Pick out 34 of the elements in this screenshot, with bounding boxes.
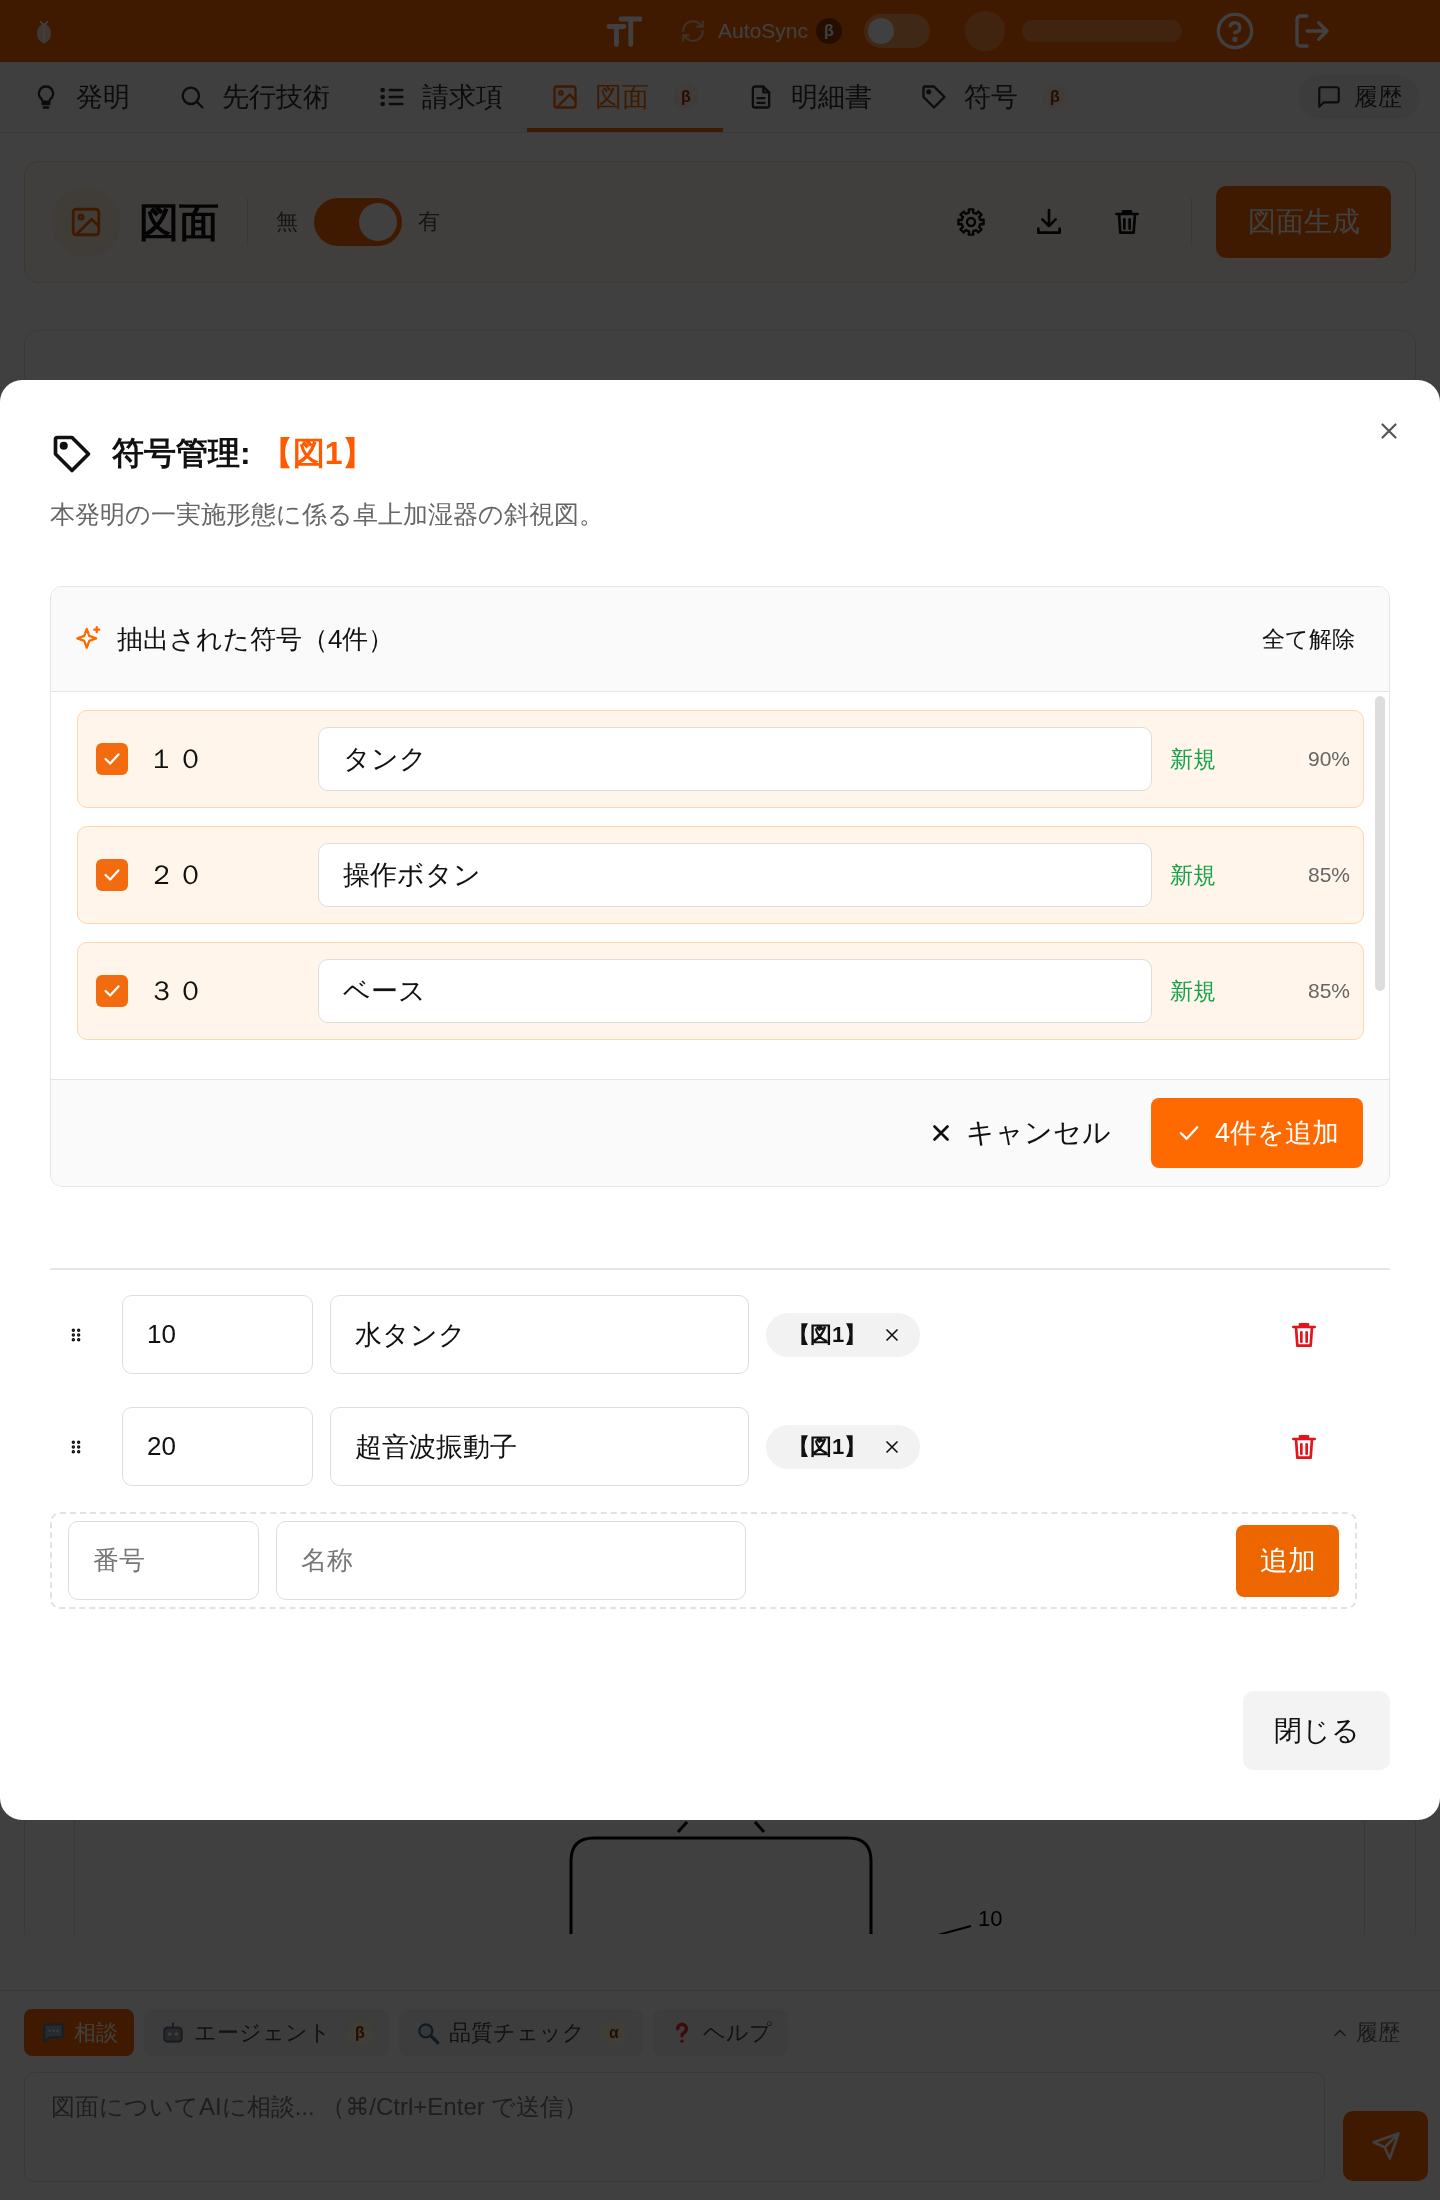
number-field[interactable]: 10 <box>122 1295 313 1374</box>
panel-title: 抽出された符号（4件） <box>117 622 395 656</box>
input-field[interactable]: タンク <box>318 727 1152 791</box>
symbol-number: ３０ <box>148 975 207 1008</box>
number-field[interactable]: 20 <box>122 1407 313 1486</box>
checkbox[interactable] <box>96 859 128 891</box>
symbol-number: ２０ <box>148 859 207 892</box>
name-field[interactable]: 名称 <box>276 1521 746 1600</box>
section-title: 図面 <box>139 198 219 246</box>
figure-reference: 【図1】 <box>260 434 375 473</box>
scrollbar-thumb[interactable] <box>1375 696 1385 991</box>
status-label: 新規 <box>1170 744 1217 774</box>
input-field[interactable]: 操作ボタン <box>318 843 1152 907</box>
close-button[interactable]: 閉じる <box>1243 1691 1390 1770</box>
figure-description: 本発明の一実施形態に係る卓上加湿器の斜視図。 <box>50 499 605 530</box>
name-field[interactable]: 水タンク <box>330 1295 749 1374</box>
modal-title: 符号管理: <box>112 434 251 473</box>
name-field[interactable]: 超音波振動子 <box>330 1407 749 1486</box>
confidence-value: 85% <box>1306 863 1350 887</box>
input-field[interactable]: ベース <box>318 959 1152 1023</box>
clear-all-button[interactable]: 全て解除 <box>1262 623 1355 655</box>
cancel-button[interactable]: キャンセル <box>927 1114 1111 1152</box>
confidence-value: 85% <box>1306 979 1350 1003</box>
symbol-number: １０ <box>148 743 207 776</box>
reference-numeral: 10 <box>978 1906 1003 1931</box>
autosync-label: AutoSync <box>718 19 808 43</box>
checkbox[interactable] <box>96 743 128 775</box>
number-field[interactable]: 番号 <box>68 1521 259 1600</box>
confidence-value: 90% <box>1306 747 1350 771</box>
status-label: 新規 <box>1170 860 1217 890</box>
checkbox[interactable] <box>96 975 128 1007</box>
figure-chip: 【図1】 <box>766 1312 921 1357</box>
figure-chip: 【図1】 <box>766 1424 921 1469</box>
status-label: 新規 <box>1170 976 1217 1006</box>
